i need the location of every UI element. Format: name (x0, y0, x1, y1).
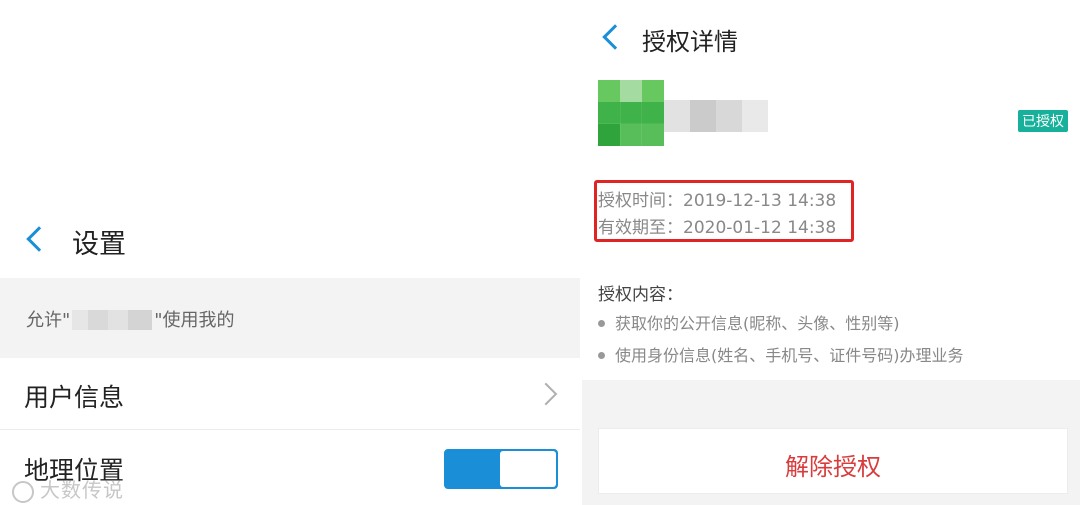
auth-content-item: 获取你的公开信息(昵称、头像、性别等) (598, 310, 900, 334)
valid-until-value: 2020-01-12 14:38 (683, 218, 837, 238)
app-logo-icon (598, 80, 664, 146)
settings-title: 设置 (72, 229, 126, 260)
auth-content-item: 使用身份信息(姓名、手机号、证件号码)办理业务 (598, 342, 964, 366)
auth-content-title: 授权内容： (598, 285, 683, 305)
valid-until-label: 有效期至： (598, 218, 683, 238)
auth-time-line: 授权时间：2019-12-13 14:38 (598, 186, 836, 211)
permission-text: 允许" "使用我的 (26, 306, 235, 332)
back-chevron-left-icon[interactable] (602, 24, 628, 50)
toggle-knob (500, 451, 556, 487)
redacted-app-name (72, 309, 153, 330)
watermark: 大数传说 (12, 474, 124, 503)
revoke-authorization-button[interactable]: 解除授权 (598, 428, 1068, 494)
user-info-label: 用户信息 (24, 383, 125, 412)
chevron-right-icon (534, 382, 558, 406)
status-badge: 已授权 (1018, 110, 1068, 132)
watermark-text: 大数传说 (40, 478, 124, 502)
bullet-dot-icon (598, 319, 605, 327)
auth-content-text: 获取你的公开信息(昵称、头像、性别等) (615, 314, 900, 333)
bullet-dot-icon (598, 351, 605, 359)
revoke-label: 解除授权 (785, 453, 881, 481)
auth-detail-screen: 授权详情 已授权 授权时间：2019-12-13 14:38 有效期至：2020… (582, 0, 1080, 505)
settings-screen: 设置 允许" "使用我的 用户信息 地理位置 大数传说 (0, 0, 580, 505)
watermark-logo-icon (12, 480, 34, 503)
auth-content-text: 使用身份信息(姓名、手机号、证件号码)办理业务 (615, 346, 964, 365)
redacted-app-name (664, 100, 768, 132)
permission-prefix: 允许" (26, 310, 71, 331)
valid-until-line: 有效期至：2020-01-12 14:38 (598, 213, 836, 238)
location-toggle[interactable] (444, 449, 558, 489)
auth-time-label: 授权时间： (598, 191, 683, 211)
permission-suffix: "使用我的 (154, 310, 235, 331)
auth-time-value: 2019-12-13 14:38 (683, 191, 837, 211)
auth-detail-title: 授权详情 (642, 28, 738, 56)
user-info-row[interactable]: 用户信息 (0, 358, 580, 430)
